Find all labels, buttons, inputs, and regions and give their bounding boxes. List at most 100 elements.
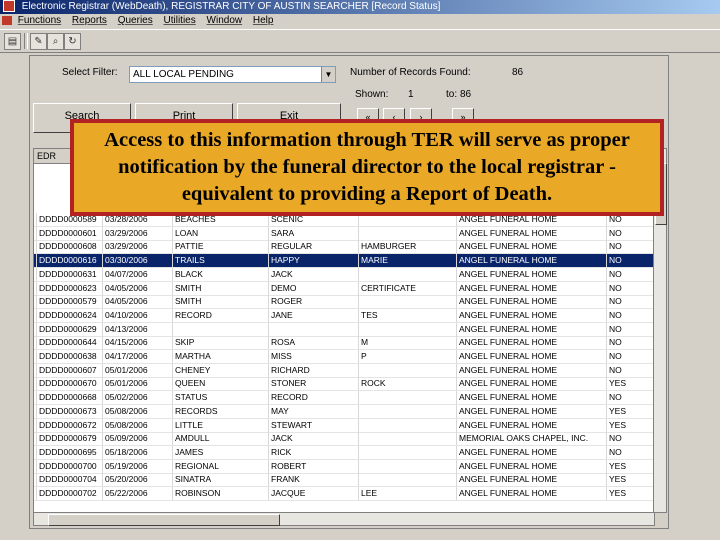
middle-name-cell [358,445,456,459]
date-cell: 05/22/2006 [102,487,172,500]
search-icon[interactable]: ⌕ [47,33,64,50]
date-cell: 05/02/2006 [102,391,172,405]
table-row[interactable]: DDDD0000700 05/19/2006 REGIONAL ROBERT ANGEL… [34,459,654,474]
date-cell: 04/15/2006 [102,336,172,350]
table-row[interactable]: DDDD0000607 05/01/2006 CHENEY RICHARD ANGEL … [34,363,654,378]
table-row[interactable]: DDDD0000601 03/29/2006 LOAN SARA ANGEL FUNER… [34,226,654,241]
edr-cell: DDDD0000601 [36,226,102,240]
last-name-cell: ROBINSON [172,487,268,500]
middle-name-cell: ROCK [358,377,456,391]
edr-cell: DDDD0000670 [36,377,102,391]
table-row[interactable]: DDDD0000579 04/05/2006 SMITH ROGER ANGEL FUN… [34,295,654,310]
last-name-cell: LITTLE [172,418,268,432]
edr-cell: DDDD0000673 [36,404,102,418]
document-menu-icon[interactable] [2,15,12,25]
menu-help[interactable]: Help [253,15,274,26]
refresh-icon[interactable]: ↻ [64,33,81,50]
table-row[interactable]: DDDD0000638 04/17/2006 MARTHA MISS P ANGEL FU… [34,350,654,364]
flag-cell: NO [606,267,652,281]
middle-name-cell: HAMBURGER [358,240,456,254]
date-cell: 04/13/2006 [102,322,172,336]
table-row[interactable]: DDDD0000631 04/07/2006 BLACK JACK ANGEL FUNE… [34,267,654,282]
middle-name-cell: TES [358,308,456,322]
last-name-cell: RECORD [172,308,268,322]
edit-icon[interactable]: ✎ [30,33,47,50]
middle-name-cell: CERTIFICATE [358,281,456,295]
print-icon[interactable]: ▤ [4,33,21,50]
table-row[interactable]: DDDD0000673 05/08/2006 RECORDS MAY ANGEL FUN… [34,404,654,419]
edr-cell: DDDD0000700 [36,459,102,473]
flag-cell: YES [606,418,652,432]
funeral-home-cell: ANGEL FUNERAL HOME [456,391,606,405]
flag-cell: NO [606,226,652,240]
edr-cell: DDDD0000668 [36,391,102,405]
filter-dropdown[interactable]: ALL LOCAL PENDING ▼ [129,66,336,83]
table-row[interactable]: DDDD0000702 05/22/2006 ROBINSON JACQUE LEE AN… [34,487,654,501]
toolbar-separator [24,33,28,49]
horizontal-scrollbar[interactable] [33,512,655,526]
funeral-home-cell: ANGEL FUNERAL HOME [456,226,606,240]
date-cell: 04/05/2006 [102,281,172,295]
table-row[interactable]: DDDD0000672 05/08/2006 LITTLE STEWART ANGEL … [34,418,654,433]
funeral-home-cell: ANGEL FUNERAL HOME [456,336,606,350]
first-name-cell: ROGER [268,295,358,309]
table-row[interactable]: DDDD0000670 05/01/2006 QUEEN STONER ROCK ANGE… [34,377,654,392]
funeral-home-cell: MEMORIAL OAKS CHAPEL, INC. [456,432,606,446]
last-name-cell: LOAN [172,226,268,240]
first-name-cell: SARA [268,226,358,240]
records-found-value: 86 [512,67,524,78]
date-cell: 05/01/2006 [102,363,172,377]
last-name-cell: REGIONAL [172,459,268,473]
flag-cell: NO [606,445,652,459]
edr-cell: DDDD0000579 [36,295,102,309]
first-name-cell: HAPPY [268,254,358,268]
menu-window[interactable]: Window [207,15,243,26]
window-title-bar[interactable]: Electronic Registrar (WebDeath), REGISTR… [0,0,720,14]
funeral-home-cell: ANGEL FUNERAL HOME [456,418,606,432]
callout-text: Access to this information through TER w… [104,129,630,205]
middle-name-cell [358,391,456,405]
table-row[interactable]: DDDD0000629 04/13/2006 ANGEL FUNERAL HOME N… [34,322,654,337]
flag-cell: NO [606,350,652,363]
menu-queries[interactable]: Queries [118,15,153,26]
middle-name-cell: P [358,350,456,363]
middle-name-cell [358,418,456,432]
middle-name-cell [358,322,456,336]
middle-name-cell: MARIE [358,254,456,268]
chevron-down-icon[interactable]: ▼ [321,67,335,82]
last-name-cell: MARTHA [172,350,268,363]
table-row[interactable]: DDDD0000644 04/15/2006 SKIP ROSA M ANGEL FUNE… [34,336,654,351]
funeral-home-cell: ANGEL FUNERAL HOME [456,473,606,487]
records-found-label: Number of Records Found: [350,67,471,78]
flag-cell: NO [606,322,652,336]
table-row[interactable]: DDDD0000668 05/02/2006 STATUS RECORD ANGEL F… [34,391,654,406]
edr-cell: DDDD0000644 [36,336,102,350]
table-row[interactable]: DDDD0000608 03/29/2006 PATTIE REGULAR HAMBUR… [34,240,654,255]
menu-bar: Functions Reports Queries Utilities Wind… [0,14,720,28]
shown-to-label: to: [446,89,458,100]
table-row[interactable]: DDDD0000616 03/30/2006 TRAILS HAPPY MARIE ANG… [34,254,654,269]
table-row[interactable]: DDDD0000679 05/09/2006 AMDULL JACK MEMORIAL … [34,432,654,447]
grid-header-edr[interactable]: EDR [34,151,56,161]
date-cell: 03/29/2006 [102,240,172,254]
table-row[interactable]: DDDD0000623 04/05/2006 SMITH DEMO CERTIFICAT… [34,281,654,296]
edr-cell: DDDD0000616 [36,254,102,268]
first-name-cell: MISS [268,350,358,363]
filter-value: ALL LOCAL PENDING [133,69,234,80]
first-name-cell [268,322,358,336]
table-row[interactable]: DDDD0000624 04/10/2006 RECORD JANE TES ANGEL … [34,308,654,323]
middle-name-cell [358,363,456,377]
menu-reports[interactable]: Reports [72,15,107,26]
date-cell: 05/20/2006 [102,473,172,487]
table-row[interactable]: DDDD0000695 05/18/2006 JAMES RICK ANGEL FUNE… [34,445,654,460]
flag-cell: YES [606,459,652,473]
horizontal-scroll-thumb[interactable] [48,514,280,526]
menu-functions[interactable]: Functions [18,15,61,26]
menu-utilities[interactable]: Utilities [164,15,196,26]
last-name-cell: CHENEY [172,363,268,377]
first-name-cell: JANE [268,308,358,322]
table-row[interactable]: DDDD0000704 05/20/2006 SINATRA FRANK ANGEL F… [34,473,654,488]
date-cell: 05/19/2006 [102,459,172,473]
last-name-cell: QUEEN [172,377,268,391]
last-name-cell: AMDULL [172,432,268,446]
